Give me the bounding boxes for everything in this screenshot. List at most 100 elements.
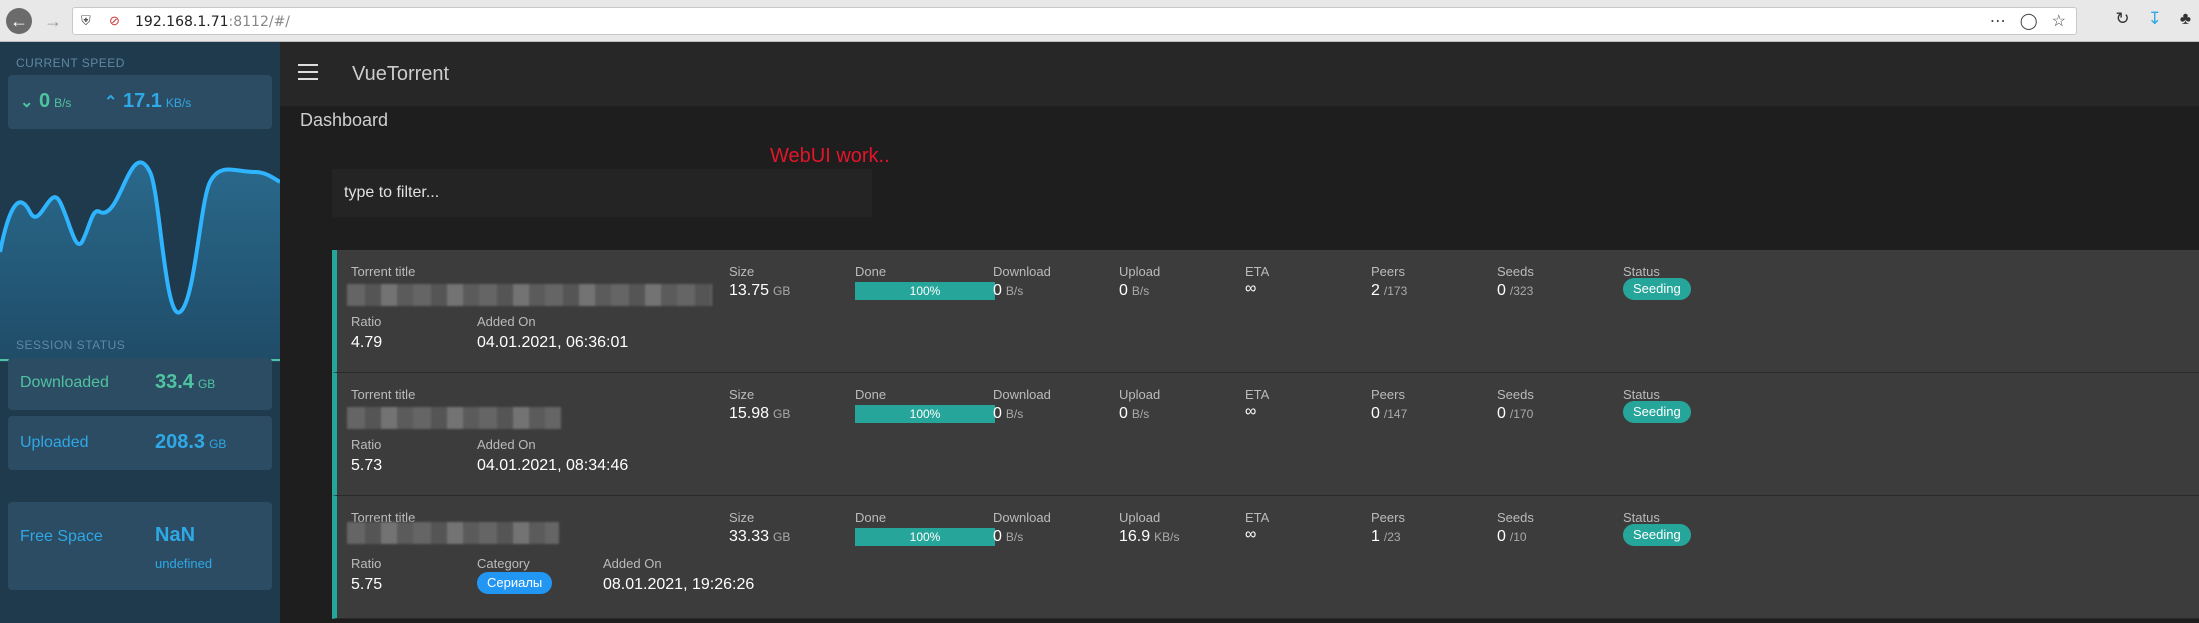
- free-space-value: NaN: [155, 524, 196, 546]
- app-title: VueTorrent: [352, 63, 450, 85]
- insecure-lock-icon[interactable]: ⊘: [109, 13, 120, 29]
- torrent-title-redacted: [347, 284, 712, 306]
- done-label: Done: [855, 264, 887, 279]
- shield-icon[interactable]: ⛨: [81, 13, 91, 29]
- done-label: Done: [855, 387, 887, 402]
- downloaded-value: 33.4 GB: [155, 371, 216, 393]
- seeds-label: Seeds: [1497, 387, 1534, 402]
- extension-icon[interactable]: ♣: [2180, 9, 2191, 29]
- seeds-label: Seeds: [1497, 510, 1534, 525]
- category-label: Category: [477, 556, 530, 571]
- size-label: Size: [729, 264, 755, 279]
- added-on-label: Added On: [477, 314, 536, 329]
- annotation-note: WebUI work..: [770, 145, 890, 167]
- menu-icon[interactable]: [298, 64, 318, 80]
- forward-arrow-icon[interactable]: →: [40, 8, 66, 34]
- speed-chart: [0, 160, 280, 362]
- downloaded-label: Downloaded: [20, 374, 109, 391]
- torrent-card[interactable]: Torrent title Ratio 5.73 Added On 04.01.…: [332, 373, 2199, 496]
- added-on-value: 08.01.2021, 19:26:26: [603, 576, 755, 593]
- category-badge[interactable]: Сериалы: [477, 572, 553, 594]
- torrent-title-redacted: [347, 522, 559, 544]
- added-on-label: Added On: [477, 437, 536, 452]
- free-space-label: Free Space: [20, 528, 103, 545]
- download-icon[interactable]: ↧: [2148, 9, 2162, 29]
- sidebar: CURRENT SPEED ⌄ 0 B/s ⌃ 17.1 KB/s SESSION …: [0, 42, 280, 623]
- eta-value: ∞: [1245, 403, 1257, 420]
- pocket-icon[interactable]: ◯: [2020, 11, 2038, 31]
- uploaded-card: Uploaded 208.3 GB: [8, 416, 272, 470]
- torrent-list: Torrent title Ratio 4.79 Added On 04.01.…: [332, 250, 2199, 619]
- size-value: 33.33 GB: [729, 528, 791, 545]
- ratio-value: 5.73: [351, 457, 383, 474]
- upload-label: Upload: [1119, 510, 1161, 525]
- current-speed-heading: CURRENT SPEED: [16, 56, 125, 70]
- added-on-label: Added On: [603, 556, 662, 571]
- speed-chart-area: [0, 162, 280, 362]
- url-text[interactable]: 192.168.1.71:8112/#/: [135, 14, 290, 30]
- torrent-card[interactable]: Torrent title Ratio 4.79 Added On 04.01.…: [332, 250, 2199, 373]
- main-content: VueTorrent Dashboard WebUI work.. Torren…: [280, 42, 2199, 623]
- added-on-value: 04.01.2021, 08:34:46: [477, 457, 629, 474]
- download-value: 0 B/s: [993, 282, 1024, 299]
- downloaded-card: Downloaded 33.4 GB: [8, 358, 272, 410]
- peers-label: Peers: [1371, 264, 1405, 279]
- session-status-heading: SESSION STATUS: [16, 338, 126, 352]
- download-label: Download: [993, 510, 1051, 525]
- status-badge: Seeding: [1623, 401, 1691, 423]
- progress-bar: 100%: [855, 405, 995, 423]
- seeds-label: Seeds: [1497, 264, 1534, 279]
- page-title: Dashboard: [300, 110, 389, 130]
- status-label: Status: [1623, 264, 1660, 279]
- title-label: Torrent title: [351, 387, 416, 402]
- torrent-card[interactable]: Torrent title Ratio 5.75 Category Сериал…: [332, 496, 2199, 619]
- size-value: 13.75 GB: [729, 282, 791, 299]
- size-label: Size: [729, 387, 755, 402]
- status-label: Status: [1623, 387, 1660, 402]
- status-badge: Seeding: [1623, 278, 1691, 300]
- upload-value: 16.9 KB/s: [1119, 528, 1180, 545]
- seeds-value: 0/323: [1497, 282, 1534, 299]
- filter-input[interactable]: [344, 181, 844, 205]
- peers-label: Peers: [1371, 387, 1405, 402]
- ratio-value: 5.75: [351, 576, 383, 593]
- ratio-label: Ratio: [351, 437, 382, 452]
- download-label: Download: [993, 264, 1051, 279]
- browser-toolbar: ← → ⛨ ⊘ 192.168.1.71:8112/#/ ⋯ ◯ ☆ ↻ ↧ ♣: [0, 0, 2199, 42]
- download-speed: ⌄ 0 B/s: [20, 90, 72, 112]
- upload-value: 0 B/s: [1119, 405, 1150, 422]
- chevron-down-icon: ⌄: [20, 94, 34, 111]
- peers-value: 1/23: [1371, 528, 1401, 545]
- free-space-sub: undefined: [155, 556, 213, 571]
- upload-label: Upload: [1119, 387, 1161, 402]
- added-on-value: 04.01.2021, 06:36:01: [477, 334, 629, 351]
- upload-label: Upload: [1119, 264, 1161, 279]
- download-label: Download: [993, 387, 1051, 402]
- title-label: Torrent title: [351, 264, 416, 279]
- progress-bar: 100%: [855, 528, 995, 546]
- address-bar[interactable]: ⛨ ⊘ 192.168.1.71:8112/#/ ⋯ ◯ ☆: [72, 7, 2077, 35]
- more-icon[interactable]: ⋯: [1990, 11, 2006, 31]
- uploaded-label: Uploaded: [20, 434, 89, 451]
- download-value: 0 B/s: [993, 405, 1024, 422]
- size-value: 15.98 GB: [729, 405, 791, 422]
- star-icon[interactable]: ☆: [2052, 11, 2066, 31]
- free-space-card: Free Space NaN undefined: [8, 502, 272, 590]
- status-badge: Seeding: [1623, 524, 1691, 546]
- done-label: Done: [855, 510, 887, 525]
- peers-value: 2/173: [1371, 282, 1408, 299]
- ratio-value: 4.79: [351, 334, 383, 351]
- progress-bar: 100%: [855, 282, 995, 300]
- seeds-value: 0/10: [1497, 528, 1527, 545]
- chevron-up-icon: ⌃: [104, 94, 118, 111]
- size-label: Size: [729, 510, 755, 525]
- eta-label: ETA: [1245, 387, 1270, 402]
- upload-speed: ⌃ 17.1 KB/s: [104, 90, 192, 112]
- peers-value: 0/147: [1371, 405, 1408, 422]
- filter-box[interactable]: [332, 169, 872, 217]
- back-arrow-icon[interactable]: ←: [6, 8, 32, 34]
- speed-card: ⌄ 0 B/s ⌃ 17.1 KB/s: [8, 75, 272, 129]
- peers-label: Peers: [1371, 510, 1405, 525]
- eta-label: ETA: [1245, 510, 1270, 525]
- reload-icon[interactable]: ↻: [2115, 9, 2129, 29]
